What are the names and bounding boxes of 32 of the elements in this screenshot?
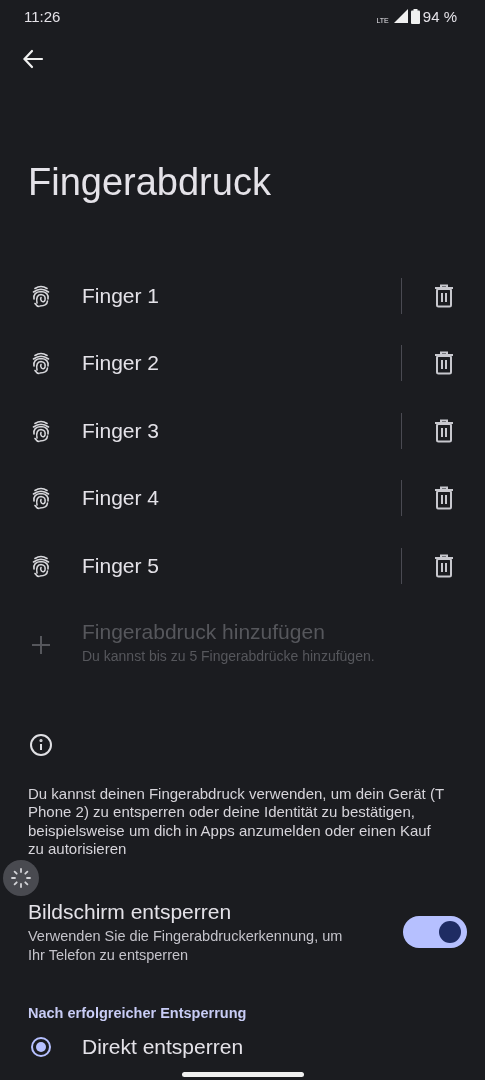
finger-name[interactable]: Finger 3 <box>82 418 401 443</box>
page-title: Fingerabdruck <box>28 160 272 205</box>
toggle-switch[interactable] <box>403 915 467 948</box>
delete-icon[interactable] <box>433 418 455 443</box>
option-label[interactable]: Direkt entsperren <box>82 1034 244 1059</box>
delete-icon[interactable] <box>433 553 455 578</box>
fingerprint-icon <box>31 486 51 511</box>
fingerprint-icon <box>31 283 51 308</box>
navigation-handle[interactable] <box>182 1072 304 1077</box>
fingerprint-icon <box>31 351 51 376</box>
finger-name[interactable]: Finger 5 <box>82 553 401 578</box>
battery-percent: 94 % <box>422 7 457 25</box>
section-header: Nach erfolgreicher Entsperrung <box>28 1004 248 1021</box>
finger-name[interactable]: Finger 1 <box>82 283 401 308</box>
sparkle-icon <box>10 867 32 889</box>
info-icon <box>29 732 53 757</box>
add-fingerprint-hint: Du kannst bis zu 5 Fingerabdrücke hinzufügen. <box>82 646 375 665</box>
delete-icon[interactable] <box>433 351 455 376</box>
fingerprint-icon <box>31 553 51 578</box>
setting-title: Bildschirm entsperren <box>28 898 233 925</box>
info-text: Du kannst deinen Fingerabdruck verwenden, um dein Gerät (T Phone 2) zu entsperren oder deine Identität zu bestätigen, beispielsweise um dich in Apps anzumelden oder einen Kauf zu autorisieren <box>28 784 445 859</box>
status-time: 11:26 <box>24 7 61 25</box>
battery-icon <box>410 8 420 24</box>
setting-description: Verwenden Sie die Fingerabdruckerkennung, um Ihr Telefon zu entsperren <box>28 926 344 965</box>
delete-icon[interactable] <box>433 486 455 511</box>
delete-icon[interactable] <box>433 283 455 308</box>
signal-icon <box>393 9 408 23</box>
finger-name[interactable]: Finger 2 <box>82 351 401 376</box>
radio-button[interactable] <box>31 1036 51 1057</box>
accessibility-button[interactable] <box>3 860 39 896</box>
finger-name[interactable]: Finger 4 <box>82 486 401 511</box>
fingerprint-icon <box>31 418 51 443</box>
